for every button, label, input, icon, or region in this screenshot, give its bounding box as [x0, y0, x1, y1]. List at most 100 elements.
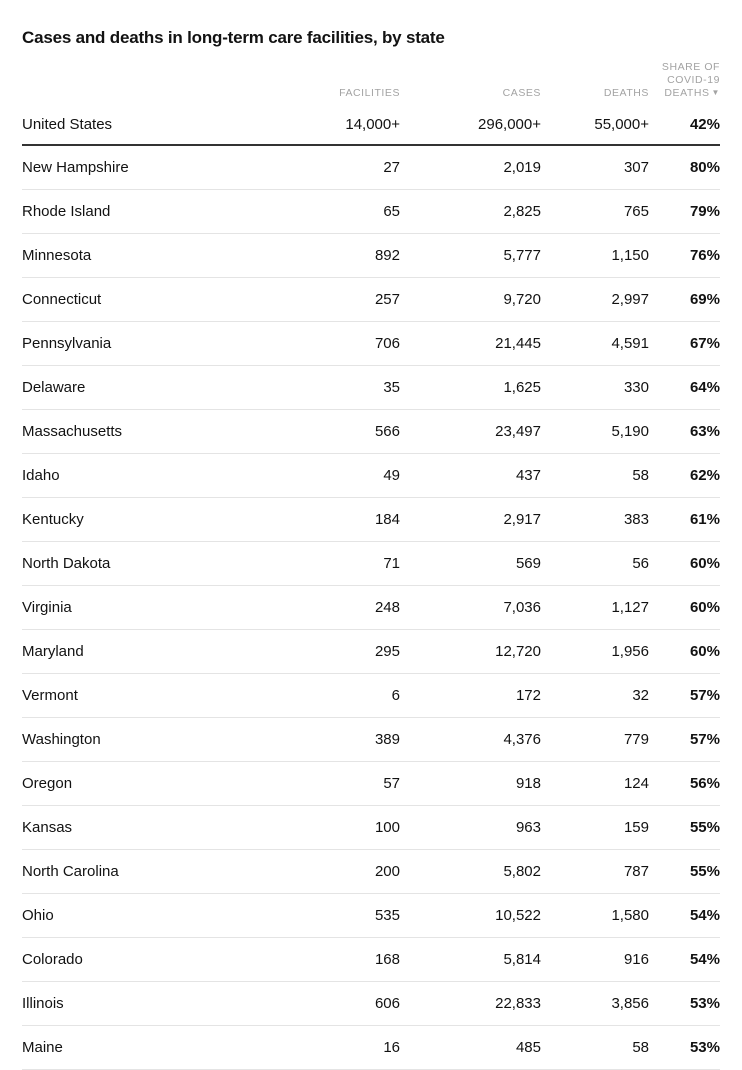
share-value: 55% — [649, 849, 720, 894]
state-name: Virginia — [22, 585, 294, 630]
share-value: 57% — [649, 717, 720, 762]
facilities-value: 65 — [294, 189, 400, 234]
facilities-value: 14,000+ — [294, 105, 400, 146]
cases-value: 172 — [400, 673, 541, 718]
table-row[interactable]: Virginia 248 7,036 1,127 60% — [22, 585, 720, 630]
state-name: Connecticut — [22, 277, 294, 322]
share-value: 53% — [649, 1025, 720, 1070]
cases-value: 12,720 — [400, 629, 541, 674]
deaths-value: 4,591 — [541, 321, 649, 366]
facilities-value: 257 — [294, 277, 400, 322]
share-value: 80% — [649, 144, 720, 190]
column-header-facilities-label: FACILITIES — [339, 86, 400, 99]
deaths-value: 779 — [541, 717, 649, 762]
table-row[interactable]: Kansas 100 963 159 55% — [22, 805, 720, 850]
cases-value: 7,036 — [400, 585, 541, 630]
column-header-state[interactable] — [22, 61, 294, 106]
column-header-deaths[interactable]: DEATHS — [541, 61, 649, 106]
column-header-cases-label: CASES — [502, 86, 541, 99]
facilities-value: 606 — [294, 981, 400, 1026]
share-value: 69% — [649, 277, 720, 322]
cases-value: 2,917 — [400, 497, 541, 542]
share-value: 63% — [649, 409, 720, 454]
state-name: Washington — [22, 717, 294, 762]
facilities-value: 168 — [294, 937, 400, 982]
state-name: Massachusetts — [22, 409, 294, 454]
state-name: United States — [22, 105, 294, 146]
column-header-cases[interactable]: CASES — [400, 61, 541, 106]
deaths-value: 56 — [541, 541, 649, 586]
column-header-facilities[interactable]: FACILITIES — [294, 61, 400, 106]
table-header-row: FACILITIES CASES DEATHS SHARE OF COVID-1… — [22, 61, 720, 106]
share-value: 60% — [649, 585, 720, 630]
facilities-value: 6 — [294, 673, 400, 718]
state-name: Colorado — [22, 937, 294, 982]
state-name: Oregon — [22, 761, 294, 806]
state-name: Kentucky — [22, 497, 294, 542]
table-row[interactable]: North Carolina 200 5,802 787 55% — [22, 849, 720, 894]
column-header-share-of-covid-deaths[interactable]: SHARE OF COVID-19 DEATHS ▼ — [649, 61, 720, 106]
cases-value: 23,497 — [400, 409, 541, 454]
table-row[interactable]: Connecticut 257 9,720 2,997 69% — [22, 277, 720, 322]
state-name: Pennsylvania — [22, 321, 294, 366]
table-row[interactable]: Illinois 606 22,833 3,856 53% — [22, 981, 720, 1026]
facilities-value: 35 — [294, 365, 400, 410]
cases-value: 10,522 — [400, 893, 541, 938]
share-value: 55% — [649, 805, 720, 850]
cases-value: 21,445 — [400, 321, 541, 366]
share-value: 53% — [649, 981, 720, 1026]
table-row[interactable]: New Hampshire 27 2,019 307 80% — [22, 144, 720, 190]
facilities-value: 184 — [294, 497, 400, 542]
facilities-value: 200 — [294, 849, 400, 894]
deaths-value: 330 — [541, 365, 649, 410]
facilities-value: 892 — [294, 233, 400, 278]
deaths-value: 916 — [541, 937, 649, 982]
state-name: Kansas — [22, 805, 294, 850]
table-row[interactable]: Delaware 35 1,625 330 64% — [22, 365, 720, 410]
cases-value: 1,625 — [400, 365, 541, 410]
cases-value: 918 — [400, 761, 541, 806]
facilities-value: 27 — [294, 144, 400, 190]
share-header-line-2: COVID-19 — [667, 73, 720, 86]
table-row[interactable]: Maryland 295 12,720 1,956 60% — [22, 629, 720, 674]
caret-down-icon[interactable]: ▼ — [712, 88, 720, 97]
table-row[interactable]: Vermont 6 172 32 57% — [22, 673, 720, 718]
state-name: Minnesota — [22, 233, 294, 278]
table-row[interactable]: Minnesota 892 5,777 1,150 76% — [22, 233, 720, 278]
share-value: 42% — [649, 105, 720, 146]
facilities-value: 535 — [294, 893, 400, 938]
state-name: Rhode Island — [22, 189, 294, 234]
deaths-value: 787 — [541, 849, 649, 894]
table-row[interactable]: North Dakota 71 569 56 60% — [22, 541, 720, 586]
facilities-value: 706 — [294, 321, 400, 366]
cases-value: 569 — [400, 541, 541, 586]
share-value: 76% — [649, 233, 720, 278]
column-header-deaths-label: DEATHS — [603, 86, 649, 99]
table-row[interactable]: Oregon 57 918 124 56% — [22, 761, 720, 806]
table-row[interactable]: Maine 16 485 58 53% — [22, 1025, 720, 1070]
facilities-value: 49 — [294, 453, 400, 498]
share-header-line-3: DEATHS ▼ — [649, 87, 720, 100]
table-head: FACILITIES CASES DEATHS SHARE OF COVID-1… — [22, 61, 720, 106]
table-row[interactable]: Idaho 49 437 58 62% — [22, 453, 720, 498]
share-value: 67% — [649, 321, 720, 366]
cases-value: 963 — [400, 805, 541, 850]
table-row[interactable]: Rhode Island 65 2,825 765 79% — [22, 189, 720, 234]
table-row[interactable]: Massachusetts 566 23,497 5,190 63% — [22, 409, 720, 454]
state-name: Maine — [22, 1025, 294, 1070]
table-row[interactable]: Colorado 168 5,814 916 54% — [22, 937, 720, 982]
table-row-total[interactable]: United States 14,000+ 296,000+ 55,000+ 42% — [22, 105, 720, 146]
table-row[interactable]: Kentucky 184 2,917 383 61% — [22, 497, 720, 542]
state-name: Vermont — [22, 673, 294, 718]
table-row[interactable]: Washington 389 4,376 779 57% — [22, 717, 720, 762]
state-name: Idaho — [22, 453, 294, 498]
table-row[interactable]: Pennsylvania 706 21,445 4,591 67% — [22, 321, 720, 366]
share-value: 56% — [649, 761, 720, 806]
table-row[interactable]: Ohio 535 10,522 1,580 54% — [22, 893, 720, 938]
cases-value: 2,825 — [400, 189, 541, 234]
cases-value: 437 — [400, 453, 541, 498]
share-value: 54% — [649, 893, 720, 938]
deaths-value: 58 — [541, 453, 649, 498]
share-value: 61% — [649, 497, 720, 542]
deaths-value: 32 — [541, 673, 649, 718]
